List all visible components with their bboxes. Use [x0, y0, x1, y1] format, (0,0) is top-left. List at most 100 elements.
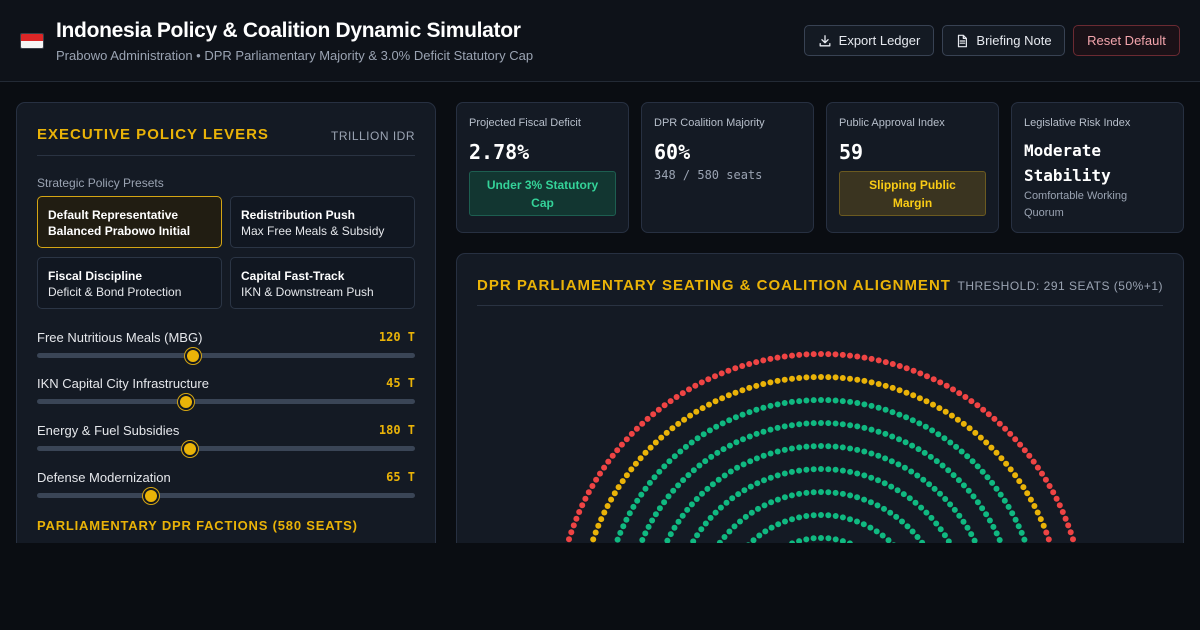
seat-dot [679, 390, 686, 397]
seat-dot [979, 505, 986, 512]
seat-dot [739, 387, 746, 394]
slider-track[interactable] [37, 493, 415, 498]
kpi-subtext: Comfortable Working Quorum [1024, 190, 1128, 219]
preset-default-representative[interactable]: Default Representative Balanced Prabowo … [37, 196, 222, 248]
seat-dot [761, 477, 767, 484]
seat-dot [861, 472, 868, 479]
seat-dot [708, 453, 715, 460]
seat-dot [832, 397, 839, 404]
seat-dot [614, 447, 621, 454]
seat-dot [699, 405, 706, 412]
status-badge: Slipping Public Margin [839, 171, 986, 216]
seat-dot [725, 367, 732, 374]
seat-dot [947, 501, 954, 508]
seat-dot [1067, 529, 1074, 536]
seat-dot [688, 501, 695, 508]
seat-dot [789, 352, 795, 359]
seat-dot [706, 427, 713, 434]
seat-dot [774, 448, 781, 455]
kpi-seat-count: 348 / 580 seats [654, 168, 763, 182]
slider-thumb[interactable] [143, 488, 160, 504]
slider-track[interactable] [37, 399, 415, 404]
seat-dot [1031, 503, 1038, 509]
seat-dot [725, 392, 732, 399]
seat-dot [882, 406, 889, 413]
seat-dot [937, 490, 943, 497]
seat-dot [774, 377, 781, 384]
preset-desc: Deficit & Bond Protection [48, 285, 182, 299]
briefing-note-label: Briefing Note [976, 33, 1052, 48]
seat-dot [774, 354, 781, 361]
seat-dot [739, 411, 746, 418]
seat-dot [986, 517, 993, 524]
seat-dot [825, 374, 832, 381]
slider-thumb[interactable] [182, 441, 199, 457]
app-header: Indonesia Policy & Coalition Dynamic Sim… [0, 0, 1200, 82]
seat-dot [768, 524, 775, 531]
seat-dot [1034, 509, 1041, 516]
seat-dot [781, 494, 788, 501]
seat-dot [742, 513, 749, 520]
seat-dot [960, 482, 967, 489]
lever-label: Energy & Fuel Subsidies [37, 423, 180, 438]
seat-dot [656, 505, 663, 512]
seat-dot [825, 535, 832, 542]
seat-dot [896, 363, 903, 369]
seat-dot [781, 446, 788, 453]
seat-dot [796, 421, 803, 428]
seat-dot [954, 416, 961, 423]
reset-default-button[interactable]: Reset Default [1073, 25, 1180, 56]
seat-dot [989, 479, 996, 486]
seat-dot [740, 461, 747, 468]
seat-dot [796, 444, 803, 451]
seat-dot [733, 439, 740, 446]
seat-dot [669, 425, 676, 432]
slider-track[interactable] [37, 353, 415, 358]
seat-dot [927, 453, 934, 460]
seat-dot [619, 478, 626, 485]
seat-dot [803, 443, 810, 450]
seat-dot [875, 381, 882, 387]
export-ledger-label: Export Ledger [838, 33, 921, 48]
indonesia-flag-icon [20, 33, 44, 49]
briefing-note-button[interactable]: Briefing Note [942, 25, 1065, 56]
seat-dot [642, 530, 649, 537]
preset-fiscal-discipline[interactable]: Fiscal Discipline Deficit & Bond Protect… [37, 257, 222, 309]
preset-capital-fast-track[interactable]: Capital Fast-Track IKN & Downstream Push [230, 257, 415, 309]
seat-dot [951, 506, 958, 513]
seat-dot [879, 532, 886, 539]
seat-dot [732, 365, 739, 372]
seat-dot [679, 512, 686, 519]
seat-dot [685, 472, 692, 479]
slider-track[interactable] [37, 446, 415, 451]
seat-dot [832, 374, 839, 381]
slider-thumb[interactable] [185, 348, 202, 364]
seat-dot [810, 466, 817, 473]
seat-dot [935, 431, 942, 438]
seat-dot [726, 528, 733, 535]
seat-dot [666, 458, 673, 465]
preset-desc: Max Free Meals & Subsidy [241, 224, 385, 238]
seat-dot [667, 531, 674, 538]
seat-dot [854, 494, 861, 501]
seat-dot [709, 481, 716, 488]
seat-dot [688, 439, 695, 446]
seat-dot [746, 361, 753, 367]
download-icon [819, 34, 831, 46]
slider-thumb[interactable] [177, 394, 194, 410]
seat-dot [985, 411, 992, 418]
seat-dot [818, 374, 824, 380]
seat-dot [774, 401, 781, 408]
lever-value: 180 T [378, 423, 415, 437]
seat-dot [1002, 425, 1009, 432]
seat-dot [847, 352, 853, 359]
preset-redistribution-push[interactable]: Redistribution Push Max Free Meals & Sub… [230, 196, 415, 248]
seat-dot [611, 490, 618, 497]
seat-dot [655, 406, 662, 413]
export-ledger-button[interactable]: Export Ledger [804, 25, 934, 56]
kpi-value: 59 [839, 140, 864, 164]
seat-dot [675, 420, 682, 427]
seat-dot [646, 479, 653, 486]
seat-dot [781, 376, 788, 383]
app-title: Indonesia Policy & Coalition Dynamic Sim… [56, 19, 521, 42]
